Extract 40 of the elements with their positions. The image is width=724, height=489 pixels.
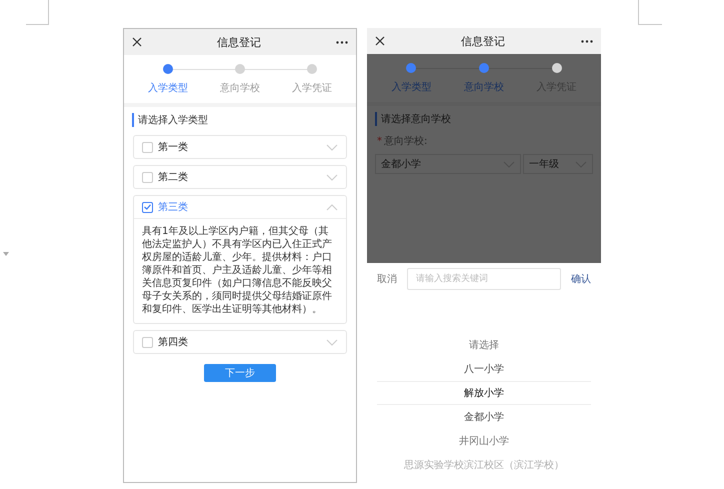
search-field[interactable]: 请输入搜索关键词 xyxy=(407,268,561,290)
section-title: 请选择入学类型 xyxy=(132,113,348,127)
picker-option[interactable]: 请选择 xyxy=(377,333,591,357)
checkbox[interactable] xyxy=(142,336,153,348)
more-icon[interactable] xyxy=(581,40,593,42)
step-label: 意向学校 xyxy=(464,80,504,94)
category-description: 具有1年及以上学区内户籍，但其父母（其他法定监护人）不具有学区内已入住正式产权房屋的适龄儿童、少年。提供材料：户口簿原件和首页、户主及适龄儿童、少年等相关信息页复印件（如户口簿信息不能反映父母子女关系的，须同时提供父母结婚证原件和复印件、医学出生证明等其他材料）。 xyxy=(141,224,333,317)
category-label: 第一类 xyxy=(158,140,189,154)
category-label: 第二类 xyxy=(158,170,189,184)
close-icon[interactable] xyxy=(375,36,385,46)
picker-option[interactable]: 井冈山小学 xyxy=(377,429,591,453)
category-label: 第四类 xyxy=(158,336,189,349)
caret-icon xyxy=(3,252,9,256)
chevron-down-icon xyxy=(326,174,338,180)
category-card[interactable]: 第二类 xyxy=(133,165,347,189)
category-card[interactable]: 第四类 xyxy=(133,330,347,354)
checkbox[interactable] xyxy=(142,172,153,182)
step-label: 入学凭证 xyxy=(292,82,332,95)
checkbox[interactable] xyxy=(142,202,153,212)
chevron-down-icon xyxy=(326,338,338,346)
section-title: 请选择意向学校 xyxy=(375,112,593,126)
picker-option[interactable]: 八一小学 xyxy=(377,357,591,381)
checkbox[interactable] xyxy=(142,142,153,152)
category-card[interactable]: 第一类 xyxy=(133,135,347,159)
page-title: 信息登记 xyxy=(461,34,505,48)
close-icon[interactable] xyxy=(132,37,142,47)
more-icon[interactable] xyxy=(336,40,348,44)
page-title: 信息登记 xyxy=(217,34,261,50)
chevron-down-icon xyxy=(326,144,338,150)
picker-option[interactable]: 解放小学 xyxy=(377,381,591,405)
cancel-button[interactable]: 取消 xyxy=(377,272,397,286)
step-label: 入学类型 xyxy=(148,82,188,95)
chevron-up-icon xyxy=(326,204,338,210)
step-label: 入学类型 xyxy=(391,80,432,94)
confirm-button[interactable]: 确认 xyxy=(571,272,591,286)
picker-option[interactable]: 金都小学 xyxy=(377,405,591,429)
category-label: 第三类 xyxy=(158,200,189,214)
field-label: * 意向学校: xyxy=(377,134,428,148)
category-card[interactable]: 第三类 具有1年及以上学区内户籍，但其父母（其他法定监护人）不具有学区内已入住正式产权房屋的适龄儿童、少年。提供材料：户口簿原件和首页、户主及适龄儿童、少年等相关信息页复印件（如户口簿信息不能反映父母子女关系的，须同时提供父母结婚证原件和复印件、医学出生证明等其他材料）。 xyxy=(133,195,347,324)
step-label: 意向学校 xyxy=(220,82,260,95)
